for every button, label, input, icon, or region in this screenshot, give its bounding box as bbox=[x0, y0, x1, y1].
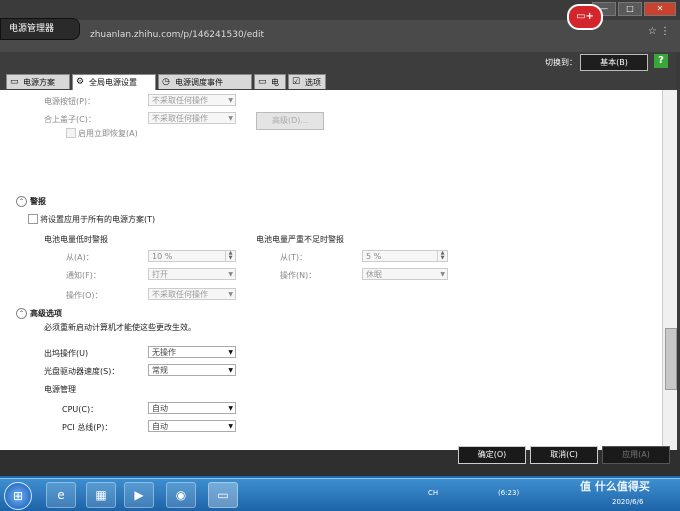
chevron-down-icon: ▼ bbox=[440, 271, 445, 278]
chevron-down-icon: ▼ bbox=[228, 115, 233, 122]
settings-panel: 电源按钮(P)： 不采取任何操作 ▼ 合上盖子(C)： 不采取任何操作 ▼ 高级(D… bbox=[0, 90, 662, 450]
cpu-select[interactable]: 自动 ▼ bbox=[148, 402, 236, 414]
cancel-button[interactable]: 取消(C) bbox=[530, 446, 598, 464]
gear-icon: ⚙ bbox=[76, 77, 85, 87]
tab-schedule-events[interactable]: ◷ 电源调度事件 bbox=[158, 74, 252, 89]
power-manager-taskbar-icon[interactable]: ▭ bbox=[208, 482, 238, 508]
optical-select[interactable]: 常规 ▼ bbox=[148, 364, 236, 376]
switch-basic-button[interactable]: 基本(B) bbox=[580, 54, 648, 71]
low-notify-select[interactable]: 打开 ▼ bbox=[148, 268, 236, 280]
tray-time-bubble[interactable]: (6:23) bbox=[498, 489, 519, 497]
chevron-down-icon: ▼ bbox=[228, 367, 233, 374]
ok-button[interactable]: 确定(O) bbox=[458, 446, 526, 464]
critical-action-select[interactable]: 休眠 ▼ bbox=[362, 268, 448, 280]
chevron-down-icon: ▼ bbox=[228, 349, 233, 356]
power-mgmt-title: 电源管理 bbox=[44, 385, 76, 394]
advanced-section-title: 高级选项 bbox=[30, 309, 62, 318]
scrollbar-thumb[interactable] bbox=[665, 328, 677, 390]
tray-language[interactable]: CH bbox=[428, 489, 438, 497]
low-battery-title: 电池电量低时警报 bbox=[44, 235, 108, 244]
pci-label: PCI 总线(P)： bbox=[62, 423, 113, 432]
tab-battery[interactable]: ▭ 电池 bbox=[254, 74, 286, 102]
apply-all-checkbox[interactable] bbox=[28, 214, 38, 224]
power-button-select[interactable]: 不采取任何操作 ▼ bbox=[148, 94, 236, 106]
power-button-label: 电源按钮(P)： bbox=[44, 97, 96, 106]
help-icon[interactable]: ? bbox=[654, 54, 668, 68]
chevron-down-icon: ▼ bbox=[228, 97, 233, 104]
browser-url-bar[interactable]: zhuanlan.zhihu.com/p/146241530/edit bbox=[90, 26, 610, 44]
apply-all-label: 将设置应用于所有的电源方案(T) bbox=[40, 215, 156, 224]
instant-resume-label: 启用立即恢复(A) bbox=[78, 129, 138, 138]
close-button[interactable]: ✕ bbox=[644, 2, 676, 16]
low-action-select[interactable]: 不采取任何操作 ▼ bbox=[148, 288, 236, 300]
battery-plan-icon: ▭ bbox=[10, 77, 19, 87]
optical-label: 光盘驱动器速度(S)： bbox=[44, 367, 120, 376]
chevron-down-icon: ▼ bbox=[228, 271, 233, 278]
pci-select[interactable]: 自动 ▼ bbox=[148, 420, 236, 432]
maximize-button[interactable]: □ bbox=[618, 2, 642, 16]
watermark-logo: 值 什么值得买 bbox=[580, 480, 650, 493]
advanced-button[interactable]: 高级(D)... bbox=[256, 112, 324, 130]
critical-action-label: 操作(N)： bbox=[280, 271, 317, 280]
tab-global-settings[interactable]: ⚙ 全局电源设置 bbox=[72, 74, 156, 90]
tab-options[interactable]: ☑ 选项 bbox=[288, 74, 326, 89]
lid-select[interactable]: 不采取任何操作 ▼ bbox=[148, 112, 236, 124]
chevron-down-icon: ▼ bbox=[228, 291, 233, 298]
switch-label: 切换到： bbox=[545, 58, 577, 67]
lid-label: 合上盖子(C)： bbox=[44, 115, 96, 124]
critical-from-label: 从(T)： bbox=[280, 253, 308, 262]
chevron-down-icon: ▼ bbox=[228, 405, 233, 412]
low-from-label: 从(A)： bbox=[66, 253, 94, 262]
folder-icon[interactable]: ▦ bbox=[86, 482, 116, 508]
app-window-title: 电源管理器 bbox=[0, 18, 80, 40]
media-player-icon[interactable]: ▶ bbox=[124, 482, 154, 508]
ie-icon[interactable]: e bbox=[46, 482, 76, 508]
power-manager-window: 切换到： 基本(B) ? ▭ 电源方案 ⚙ 全局电源设置 ◷ 电源调度事件 ▭ … bbox=[0, 52, 680, 450]
chrome-icon[interactable]: ◉ bbox=[166, 482, 196, 508]
low-from-stepper[interactable]: 10 % ▲ ▼ bbox=[148, 250, 236, 262]
dock-select[interactable]: 无操作 ▼ bbox=[148, 346, 236, 358]
start-button[interactable]: ⊞ bbox=[4, 482, 32, 510]
tab-power-plan[interactable]: ▭ 电源方案 bbox=[6, 74, 70, 89]
low-notify-label: 通知(F)： bbox=[66, 271, 101, 280]
chevron-down-icon: ▼ bbox=[228, 423, 233, 430]
stepper-arrows-icon: ▲ ▼ bbox=[225, 251, 235, 261]
collapse-alarm-icon[interactable]: ⌃ bbox=[16, 196, 27, 207]
tab-bar: ▭ 电源方案 ⚙ 全局电源设置 ◷ 电源调度事件 ▭ 电池 ☑ 选项 bbox=[0, 74, 676, 102]
options-icon: ☑ bbox=[292, 77, 301, 87]
vertical-scrollbar[interactable] bbox=[662, 90, 677, 450]
dock-label: 出坞操作(U) bbox=[44, 349, 89, 358]
app-toolbar: 切换到： 基本(B) ? bbox=[0, 52, 676, 74]
window-controls: — □ ✕ bbox=[592, 2, 676, 16]
low-action-label: 操作(O)： bbox=[66, 291, 103, 300]
stepper-arrows-icon: ▲ ▼ bbox=[437, 251, 447, 261]
taskbar-date[interactable]: 2020/6/6 bbox=[612, 498, 643, 506]
browser-menu-icons[interactable]: ☆ ⋮ bbox=[648, 26, 670, 37]
critical-from-stepper[interactable]: 5 % ▲ ▼ bbox=[362, 250, 448, 262]
battery-icon: ▭ bbox=[258, 77, 267, 87]
collapse-advanced-icon[interactable]: ⌃ bbox=[16, 308, 27, 319]
instant-resume-checkbox[interactable] bbox=[66, 128, 76, 138]
cpu-label: CPU(C)： bbox=[62, 405, 99, 414]
battery-plus-icon: ▭+ bbox=[567, 4, 603, 30]
alarm-section-title: 警报 bbox=[30, 197, 46, 206]
critical-battery-title: 电池电量严重不足时警报 bbox=[256, 235, 344, 244]
schedule-icon: ◷ bbox=[162, 77, 170, 87]
restart-note: 必须重新启动计算机才能使这些更改生效。 bbox=[44, 323, 196, 332]
apply-button[interactable]: 应用(A) bbox=[602, 446, 670, 464]
